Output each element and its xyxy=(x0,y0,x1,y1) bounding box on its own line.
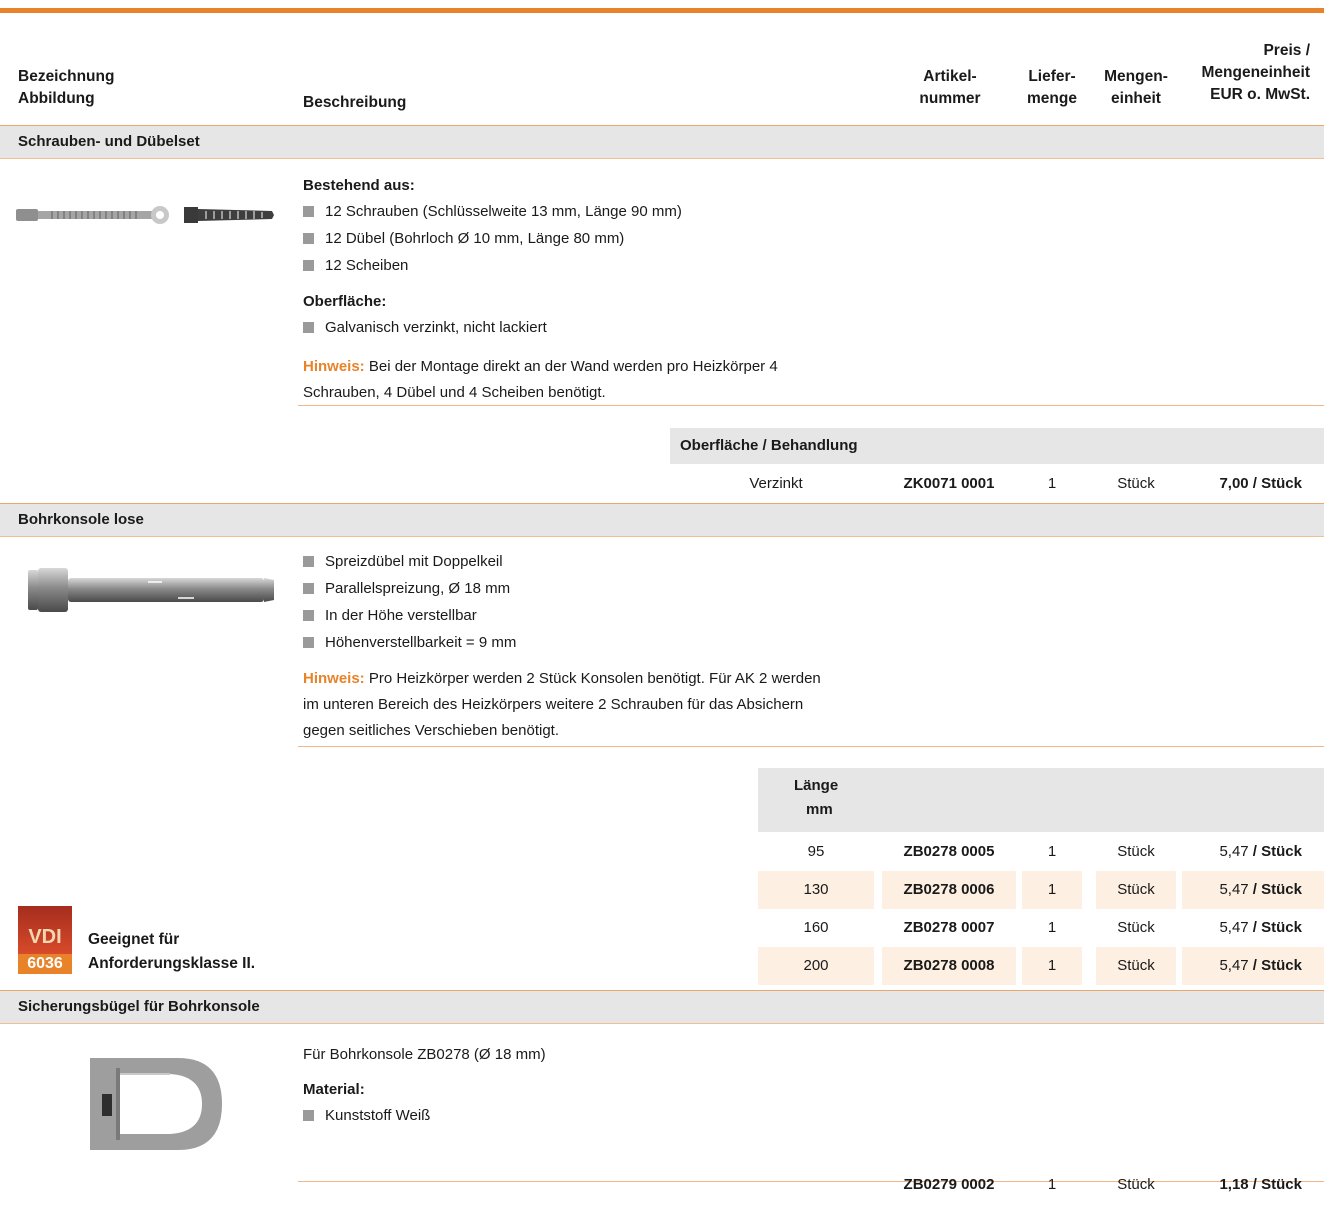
bullet-icon xyxy=(303,322,314,333)
material-label: Material: xyxy=(303,1081,365,1098)
section-title-drill-bracket: Bohrkonsole lose xyxy=(0,503,1324,537)
length-header: Länge mm xyxy=(758,768,1324,832)
list-item: Kunststoff Weiß xyxy=(303,1102,430,1129)
bullet-icon xyxy=(303,556,314,567)
bullet-icon xyxy=(303,583,314,594)
hint-text: Hinweis: Pro Heizkörper werden 2 Stück K… xyxy=(303,670,821,739)
list-item: 12 Scheiben xyxy=(303,252,682,279)
screw-dowel-set-image xyxy=(16,206,274,224)
compatibility-text: Für Bohrkonsole ZB0278 (Ø 18 mm) xyxy=(303,1046,546,1063)
header-description: Beschreibung xyxy=(303,94,407,111)
section-title-screw-dowel-set: Schrauben- und Dübelset xyxy=(0,125,1324,159)
divider xyxy=(298,405,1324,406)
hint-text: Hinweis: Bei der Montage direkt an der W… xyxy=(303,358,778,401)
safety-bracket-image xyxy=(90,1058,222,1150)
bullet-icon xyxy=(303,206,314,217)
bullet-icon xyxy=(303,637,314,648)
features-block: Spreizdübel mit Doppelkeil Parallelsprei… xyxy=(303,548,516,656)
consists-of-block: Bestehend aus: 12 Schrauben (Schlüsselwe… xyxy=(303,174,682,279)
surface-label: Oberfläche: xyxy=(303,293,387,310)
list-item: 12 Schrauben (Schlüsselweite 13 mm, Läng… xyxy=(303,198,682,225)
header-quantity-unit: Mengen- einheit xyxy=(1104,68,1168,107)
section-title-safety-bracket: Sicherungsbügel für Bohrkonsole xyxy=(0,990,1324,1024)
list-item: In der Höhe verstellbar xyxy=(303,602,516,629)
header-delivery-quantity: Liefer- menge xyxy=(1027,68,1077,107)
bullet-icon xyxy=(303,610,314,621)
surface-treatment-header: Oberfläche / Behandlung xyxy=(670,428,1324,464)
table-row: ZB0279 0002 1 Stück 1,18 / Stück xyxy=(903,1176,1302,1193)
header-price: Preis / Mengeneinheit EUR o. MwSt. xyxy=(1201,42,1310,103)
material-block: Material: Kunststoff Weiß xyxy=(303,1078,430,1129)
table-row: 130 ZB0278 0006 1 Stück 5,47 / Stück xyxy=(0,871,1324,909)
header-designation: Bezeichnung Abbildung xyxy=(18,68,115,107)
header-article-number: Artikel- nummer xyxy=(919,68,981,107)
consists-of-label: Bestehend aus: xyxy=(303,177,415,194)
table-row: 95 ZB0278 0005 1 Stück 5,47 / Stück xyxy=(807,843,1302,860)
bullet-icon xyxy=(303,1110,314,1121)
vdi-suitability-text: Geeignet für Anforderungsklasse II. xyxy=(88,931,256,972)
list-item: Galvanisch verzinkt, nicht lackiert xyxy=(303,314,547,341)
divider xyxy=(298,746,1324,747)
top-accent-bar xyxy=(0,8,1324,13)
list-item: Spreizdübel mit Doppelkeil xyxy=(303,548,516,575)
list-item: Parallelspreizung, Ø 18 mm xyxy=(303,575,516,602)
table-row: Verzinkt ZK0071 0001 1 Stück 7,00 / Stüc… xyxy=(749,475,1302,492)
surface-block: Oberfläche: Galvanisch verzinkt, nicht l… xyxy=(303,290,547,341)
bullet-icon xyxy=(303,233,314,244)
list-item: 12 Dübel (Bohrloch Ø 10 mm, Länge 80 mm) xyxy=(303,225,682,252)
drill-bracket-image xyxy=(28,568,274,612)
list-item: Höhenverstellbarkeit = 9 mm xyxy=(303,629,516,656)
bullet-icon xyxy=(303,260,314,271)
vdi-6036-badge: VDI 6036 xyxy=(18,906,72,974)
